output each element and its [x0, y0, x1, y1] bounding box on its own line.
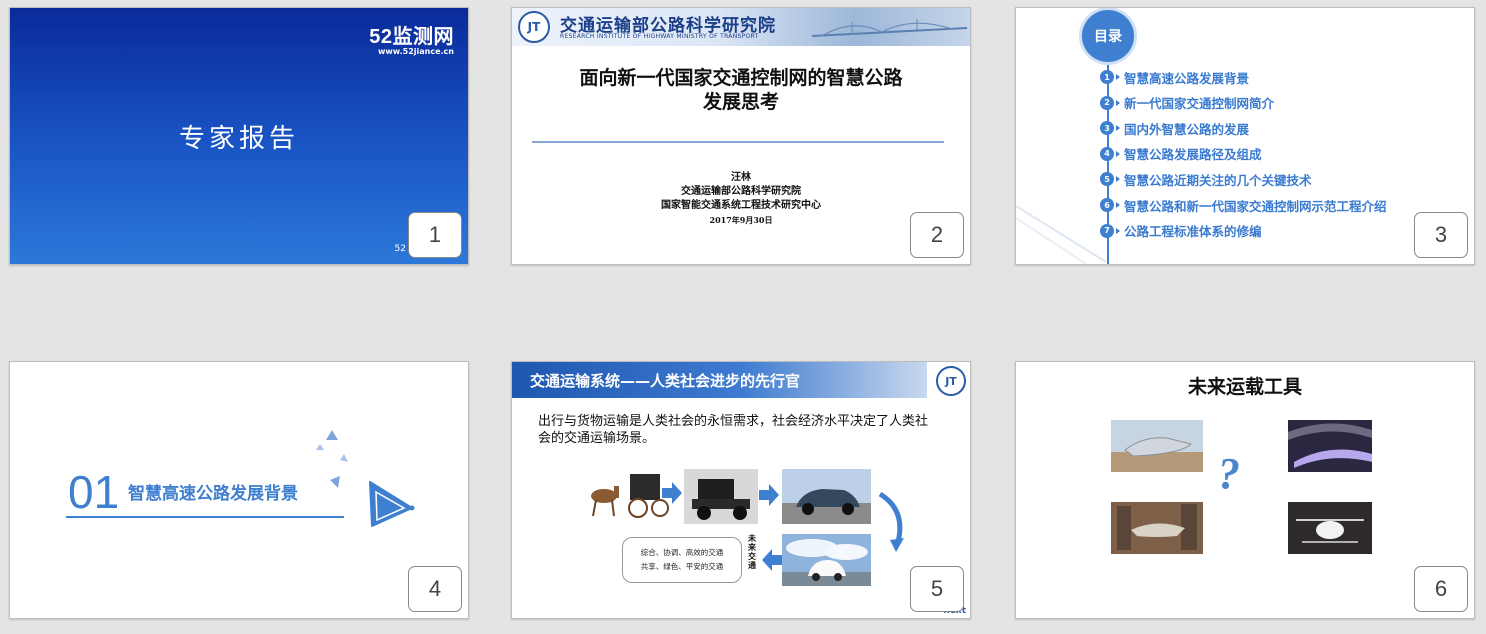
toc-item-label: 公路工程标准体系的修编: [1124, 224, 1262, 240]
slide-number: 3: [1414, 212, 1468, 258]
affiliation-2: 国家智能交通系统工程技术研究中心: [661, 200, 821, 211]
passenger-drone-image: [1288, 502, 1372, 554]
arrow-right-icon: [759, 484, 779, 506]
title-line-1: 面向新一代国家交通控制网的智慧公路: [579, 67, 903, 89]
toc-item-number: 3: [1100, 121, 1114, 136]
toc-item: 7 公路工程标准体系的修编: [1100, 223, 1262, 239]
affiliation-1: 交通运输部公路科学研究院: [681, 186, 801, 197]
institute-emblem-icon: JT: [518, 11, 550, 43]
presentation-title: 面向新一代国家交通控制网的智慧公路 发展思考: [512, 66, 970, 114]
triangle-decoration-icon: [316, 430, 415, 527]
future-transport-note: 综合、协调、高效的交通 共享、绿色、平安的交通: [622, 537, 742, 583]
slide-thumbnail-5[interactable]: 交通运输系统——人类社会进步的先行官 JT 出行与货物运输是人类社会的永恒需求，…: [511, 361, 971, 619]
slide-thumbnail-3[interactable]: 目录 1 智慧高速公路发展背景 2 新一代国家交通控制网简介 3 国内外智慧公路的发展 4 智…: [1015, 7, 1475, 265]
curved-arrow-icon: [878, 491, 904, 552]
slide-thumbnail-6[interactable]: 未来运载工具 ? 6: [1015, 361, 1475, 619]
toc-item-label: 国内外智慧公路的发展: [1124, 121, 1250, 137]
toc-item-number: 2: [1100, 95, 1114, 110]
presentation-date: 2017年9月30日: [709, 215, 773, 225]
future-transport-label: 未来交通: [748, 534, 756, 570]
toc-item: 1 智慧高速公路发展背景: [1100, 69, 1250, 86]
horse-carriage-image: [586, 466, 672, 526]
header-title: 交通运输系统——人类社会进步的先行官: [530, 372, 801, 390]
toc-item-number: 5: [1100, 172, 1114, 187]
slide-number: 6: [1414, 566, 1468, 612]
slide-thumbnail-2[interactable]: JT 交通运输部公路科学研究院 RESEARCH INSTITUTE OF HI…: [511, 7, 971, 265]
self-driving-car-image: [782, 534, 871, 586]
toc-item: 2 新一代国家交通控制网简介: [1100, 95, 1274, 111]
toc-item-number: 1: [1100, 70, 1114, 84]
author-name: 汪林: [731, 172, 751, 183]
slide-thumbnail-1[interactable]: 52监测网 www.52jiance.cn 专家报告 52 1: [9, 7, 469, 265]
vintage-car-image: [684, 469, 758, 524]
header-banner: JT 交通运输部公路科学研究院 RESEARCH INSTITUTE OF HI…: [512, 8, 970, 46]
toc-item: 3 国内外智慧公路的发展: [1100, 120, 1250, 137]
triangle-right-icon: [1116, 150, 1120, 157]
hyperloop-image: [1288, 420, 1372, 472]
logo-name: 52监测网: [369, 26, 454, 48]
author-block: 汪林 交通运输部公路科学研究院 国家智能交通系统工程技术研究中心 2017年9月…: [512, 171, 970, 227]
slide-number: 4: [408, 566, 462, 612]
flying-car-image: [1111, 420, 1203, 472]
toc-item-label: 智慧公路和新一代国家交通控制网示范工程介绍: [1124, 198, 1387, 214]
body-text: 出行与货物运输是人类社会的永恒需求，社会经济水平决定了人类社会的交通运输场景。: [538, 414, 929, 446]
slide-header: 交通运输系统——人类社会进步的先行官: [512, 362, 927, 398]
site-logo: 52监测网 www.52jiance.cn: [369, 20, 454, 56]
triangle-right-icon: [1116, 99, 1120, 106]
logo-url: www.52jiance.cn: [377, 47, 454, 56]
triangle-right-icon: [1116, 202, 1120, 208]
slide-title: 未来运载工具: [1187, 376, 1302, 398]
org-name-en: RESEARCH INSTITUTE OF HIGHWAY MINISTRY O…: [560, 33, 759, 40]
toc-item-number: 6: [1100, 198, 1114, 212]
section-number: 01: [68, 466, 120, 518]
note-line-2: 共享、绿色、平安的交通: [640, 562, 724, 571]
arrow-left-icon: [762, 549, 782, 571]
toc-item-number: 4: [1100, 146, 1114, 161]
toc-item-label: 新一代国家交通控制网简介: [1124, 96, 1275, 112]
toc-item-label: 智慧高速公路发展背景: [1124, 70, 1250, 86]
toc-item-label: 智慧公路近期关注的几个关键技术: [1124, 172, 1312, 188]
slide-thumbnail-4[interactable]: 01 智慧高速公路发展背景 4: [9, 361, 469, 619]
divider: [532, 141, 944, 143]
flying-vehicle-city-image: [1111, 502, 1203, 554]
corner-text: 52: [394, 244, 406, 254]
slide-number: 2: [910, 212, 964, 258]
toc-item-number: 7: [1100, 223, 1114, 238]
triangle-right-icon: [1116, 176, 1120, 183]
slide-title: 专家报告: [178, 124, 299, 154]
toc-badge: 目录: [1082, 10, 1134, 62]
question-mark: ?: [1218, 449, 1240, 498]
triangle-right-icon: [1116, 227, 1120, 234]
toc-item-label: 智慧公路发展路径及组成: [1124, 147, 1262, 163]
institute-emblem-icon: JT: [936, 366, 966, 396]
decorative-lines: [1016, 205, 1106, 264]
toc-item: 5 智慧公路近期关注的几个关键技术: [1100, 171, 1312, 188]
section-label: 智慧高速公路发展背景: [128, 484, 298, 504]
toc-item: 6 智慧公路和新一代国家交通控制网示范工程介绍: [1100, 197, 1387, 214]
toc-item: 4 智慧公路发展路径及组成: [1100, 146, 1262, 162]
note-line-1: 综合、协调、高效的交通: [640, 548, 724, 557]
slide-number: 1: [408, 212, 462, 258]
slide-number: 5: [910, 566, 964, 612]
title-line-2: 发展思考: [702, 91, 779, 113]
triangle-right-icon: [1116, 74, 1120, 80]
triangle-right-icon: [1116, 125, 1120, 132]
arrow-right-icon: [662, 482, 682, 504]
modern-car-image: [782, 469, 871, 524]
bridge-image: [812, 19, 967, 37]
